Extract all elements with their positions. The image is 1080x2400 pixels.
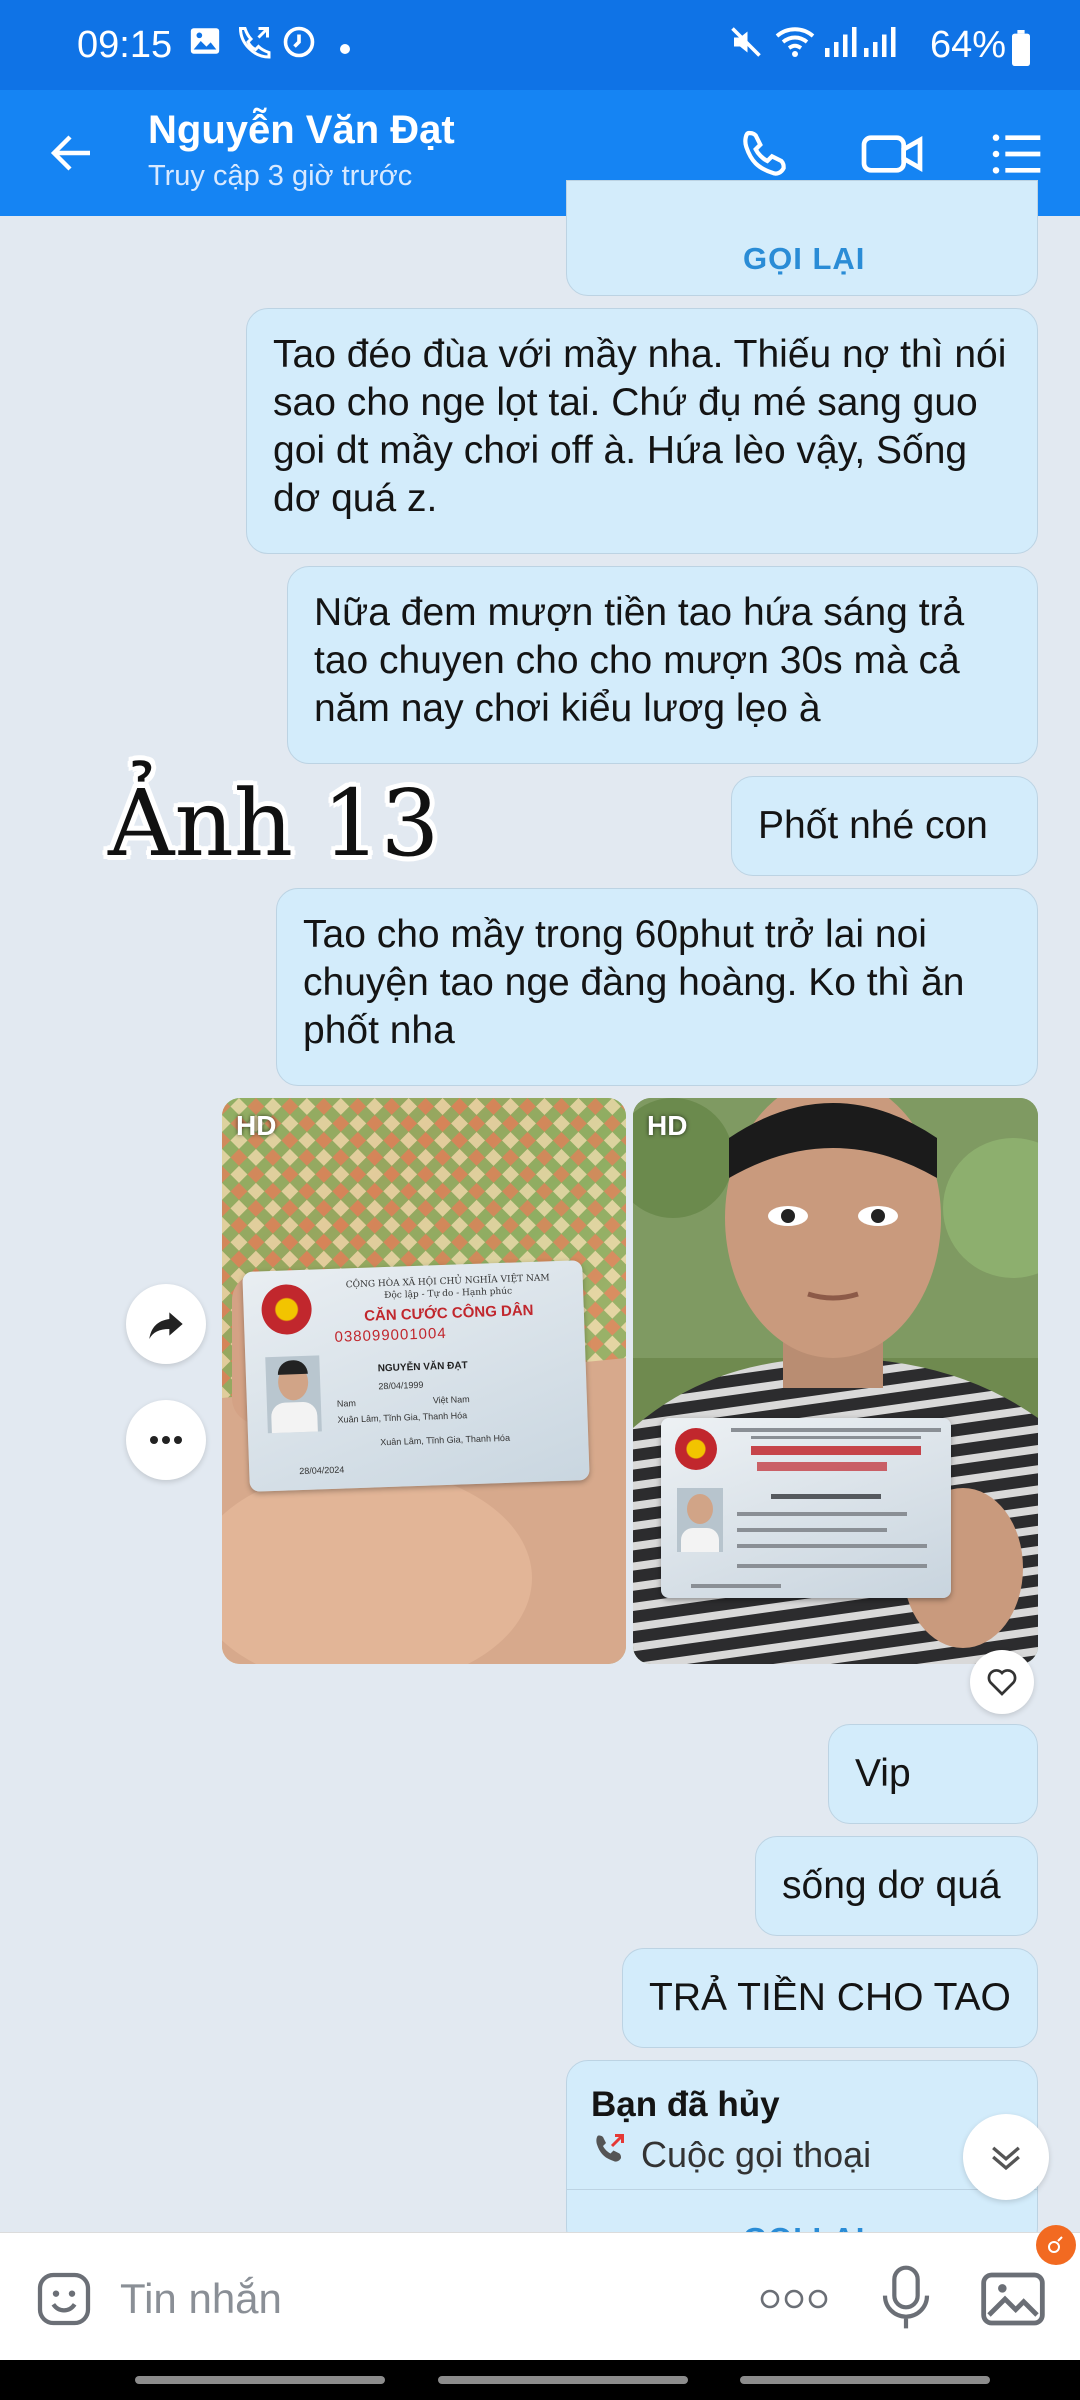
id-dob: 28/04/1999 xyxy=(378,1379,424,1392)
message-bubble: sống dơ quá xyxy=(755,1836,1038,1936)
wifi-icon xyxy=(774,24,816,69)
battery-percent: 64% xyxy=(929,24,1006,66)
id-origin: Xuân Lâm, Tĩnh Gia, Thanh Hóa xyxy=(337,1410,468,1425)
id-sex: Nam xyxy=(336,1398,357,1409)
id-nationality: Việt Nam xyxy=(432,1394,470,1406)
react-heart-icon[interactable] xyxy=(970,1650,1034,1714)
message-input-bar: Tin nhắn xyxy=(0,2225,1080,2361)
id-expiry: 28/04/2024 xyxy=(299,1464,345,1477)
notification-dot-icon xyxy=(1036,2225,1076,2265)
dot-icon xyxy=(340,44,350,54)
id-title: CĂN CƯỚC CÔNG DÂN xyxy=(363,1301,534,1325)
status-time: 09:15 xyxy=(77,24,173,66)
clock-icon xyxy=(281,24,317,69)
call-type: Cuộc gọi thoại xyxy=(641,2134,872,2175)
watermark-label: Ảnh 13 xyxy=(108,770,440,877)
emblem-icon xyxy=(260,1283,313,1336)
nav-home-button[interactable] xyxy=(438,2376,688,2384)
scroll-down-icon[interactable] xyxy=(963,2114,1049,2200)
more-options-icon[interactable] xyxy=(126,1400,206,1480)
id-residence: Xuân Lâm, Tĩnh Gia, Thanh Hóa xyxy=(380,1432,511,1448)
id-card: CỘNG HÒA XÃ HỘI CHỦ NGHĨA VIỆT NAM Độc l… xyxy=(242,1260,590,1492)
message-bubble: Tao cho mầy trong 60phut trở lai noi chu… xyxy=(276,888,1038,1086)
share-forward-icon[interactable] xyxy=(126,1284,206,1364)
back-arrow-icon[interactable] xyxy=(36,117,108,189)
call-bubble-top: GỌI LẠI xyxy=(566,180,1038,296)
contact-name[interactable]: Nguyễn Văn Đạt xyxy=(148,108,455,153)
message-bubble: Phốt nhé con xyxy=(731,776,1038,876)
id-portrait xyxy=(265,1355,322,1434)
contact-last-seen: Truy cập 3 giờ trước xyxy=(148,160,413,192)
gallery-picker-icon[interactable] xyxy=(978,2267,1048,2336)
id-number: 038099001004 xyxy=(334,1324,447,1346)
signal-icon xyxy=(822,24,900,69)
sticker-icon[interactable] xyxy=(32,2267,96,2336)
message-bubble: Tao đéo đùa với mầy nha. Thiếu nợ thì nó… xyxy=(246,308,1038,554)
more-icon[interactable] xyxy=(758,2287,830,2316)
nav-recent-button[interactable] xyxy=(135,2376,385,2384)
gallery-icon xyxy=(188,24,222,67)
missed-call-icon xyxy=(591,2131,627,2179)
message-input[interactable]: Tin nhắn xyxy=(120,2275,282,2323)
battery-icon xyxy=(1010,30,1032,71)
hd-badge: HD xyxy=(647,1110,688,1141)
mute-icon xyxy=(728,24,764,69)
message-bubble: Vip xyxy=(828,1724,1038,1824)
microphone-icon[interactable] xyxy=(878,2263,934,2338)
call-title: Bạn đã hủy xyxy=(591,2085,780,2124)
call-forward-icon xyxy=(236,24,272,69)
photo-selfie[interactable]: HD xyxy=(633,1098,1038,1664)
status-bar: 09:15 64% xyxy=(0,0,1080,90)
id-name: NGUYỄN VĂN ĐẠT xyxy=(377,1360,468,1375)
nav-back-button[interactable] xyxy=(740,2376,990,2384)
id-card-selfie xyxy=(661,1418,951,1598)
callback-button[interactable]: GỌI LẠI xyxy=(743,235,865,283)
emblem-icon xyxy=(675,1428,717,1470)
message-bubble: Nữa đem mượn tiền tao hứa sáng trả tao c… xyxy=(287,566,1038,764)
hd-badge: HD xyxy=(236,1110,277,1141)
photo-id-card[interactable]: CỘNG HÒA XÃ HỘI CHỦ NGHĨA VIỆT NAM Độc l… xyxy=(222,1098,626,1664)
message-bubble: TRẢ TIỀN CHO TAO xyxy=(622,1948,1038,2048)
system-nav-bar xyxy=(0,2360,1080,2400)
